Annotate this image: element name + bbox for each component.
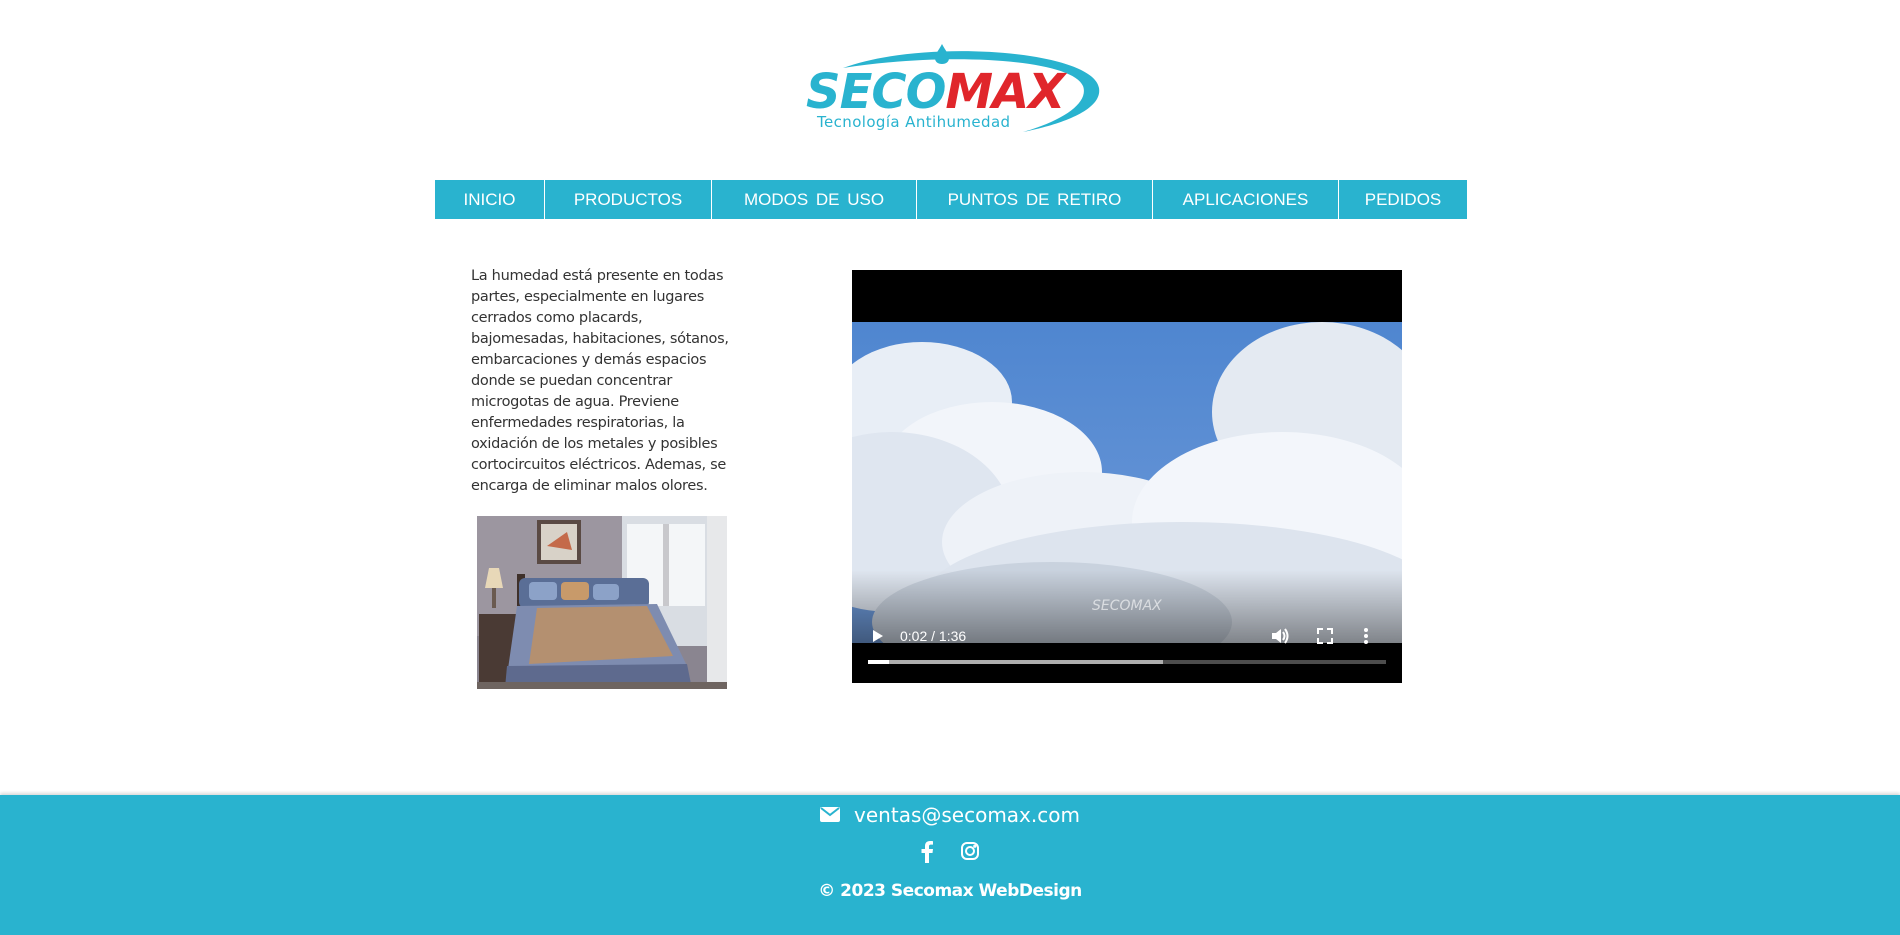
nav-item-inicio[interactable]: INICIO [435, 180, 545, 219]
nav-item-puntos-de-retiro[interactable]: PUNTOS DE RETIRO [917, 180, 1153, 219]
volume-icon[interactable] [1270, 627, 1290, 645]
nav-item-pedidos[interactable]: PEDIDOS [1339, 180, 1467, 219]
site-footer: ventas@secomax.com © 2023 Secomax WebDes… [0, 795, 1900, 935]
fullscreen-icon[interactable] [1316, 627, 1334, 645]
video-time: 0:02 / 1:36 [900, 628, 967, 644]
more-options-icon[interactable] [1360, 627, 1372, 645]
video-buffered [868, 660, 1164, 664]
play-icon[interactable] [868, 627, 886, 645]
bedroom-image [477, 516, 727, 689]
video-progress-bar[interactable] [868, 660, 1386, 664]
facebook-icon[interactable] [920, 841, 934, 869]
video-played [868, 660, 889, 664]
contact-email-link[interactable]: ventas@secomax.com [854, 803, 1080, 827]
nav-item-productos[interactable]: PRODUCTOS [545, 180, 712, 219]
mail-icon [820, 803, 854, 827]
nav-item-aplicaciones[interactable]: APLICACIONES [1153, 180, 1339, 219]
instagram-icon[interactable] [960, 841, 980, 869]
main-nav: INICIO PRODUCTOS MODOS DE USO PUNTOS DE … [435, 180, 1467, 219]
nav-item-modos-de-uso[interactable]: MODOS DE USO [712, 180, 917, 219]
site-logo[interactable]: SECOMAX Tecnología Antihumedad [803, 40, 1103, 140]
video-watermark: SECOMAX [1092, 598, 1162, 614]
logo-word-max: MAX [945, 64, 1065, 120]
intro-paragraph: La humedad está presente en todas partes… [471, 268, 729, 494]
logo-word-seco: SECO [806, 64, 946, 120]
video-player[interactable]: SECOMAX 0:02 / 1:36 [852, 270, 1402, 683]
copyright-text: © 2023 Secomax WebDesign [818, 881, 1082, 901]
logo-tagline: Tecnología Antihumedad [817, 113, 1011, 131]
contact-row: ventas@secomax.com [0, 795, 1900, 835]
social-links [0, 841, 1900, 869]
